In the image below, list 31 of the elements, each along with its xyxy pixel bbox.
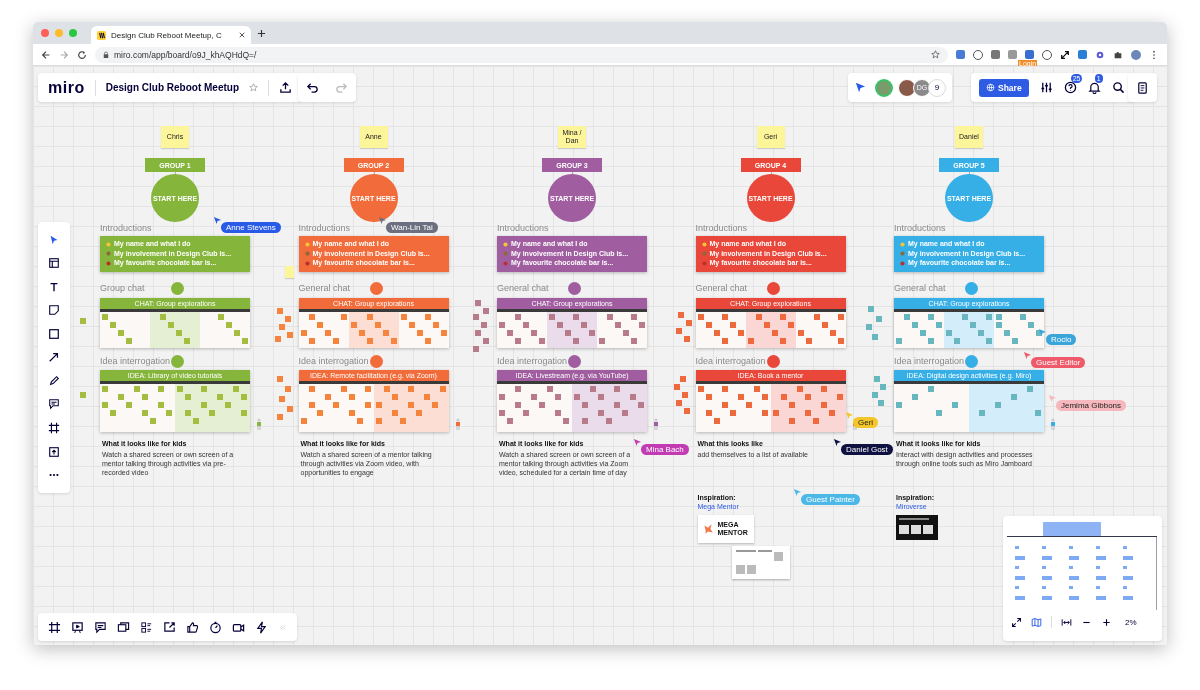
section-heading: Idea interrogation bbox=[298, 356, 369, 366]
section-heading: Introductions bbox=[695, 223, 748, 233]
collaborator-count[interactable]: 9 bbox=[928, 78, 946, 97]
section-heading: Introductions bbox=[497, 223, 549, 233]
cursor-label: Mina Bach bbox=[641, 444, 689, 455]
share-button[interactable]: Share bbox=[979, 78, 1029, 97]
section-heading: General chat bbox=[695, 283, 748, 293]
cursor-label: Anne Stevens bbox=[221, 222, 281, 233]
section-heading: Introductions bbox=[100, 223, 152, 233]
cursor-label: Guest Painter bbox=[801, 494, 860, 505]
browser-tab[interactable]: Design Club Reboot Meetup, C bbox=[91, 26, 251, 44]
section-heading: General chat bbox=[298, 283, 351, 293]
cursor-label: Wan-Lin Tai bbox=[386, 222, 438, 233]
section-heading: Group chat bbox=[100, 283, 145, 293]
cursor-label: Daniel Gost bbox=[841, 444, 893, 455]
section-heading: Introductions bbox=[298, 223, 351, 233]
address-bar[interactable]: miro.com/app/board/o9J_khAQHdQ=/ bbox=[95, 46, 948, 63]
zoom-level[interactable]: 2% bbox=[1125, 617, 1137, 627]
cursor-label: Jemima Gibbons bbox=[1056, 400, 1127, 411]
section-heading: General chat bbox=[497, 283, 549, 293]
section-heading: Introductions bbox=[894, 223, 946, 233]
section-heading: General chat bbox=[894, 283, 946, 293]
cursor-label: Guest Editor bbox=[1031, 357, 1086, 368]
logo[interactable]: miro bbox=[48, 78, 85, 97]
cursor-label: Geri bbox=[853, 417, 879, 428]
section-heading: Idea interrogation bbox=[497, 356, 568, 366]
section-heading: Idea interrogation bbox=[100, 356, 171, 366]
section-heading: Idea interrogation bbox=[894, 356, 965, 366]
section-heading: Idea interrogation bbox=[695, 356, 766, 366]
cursor-label: Rocio bbox=[1046, 334, 1077, 345]
board-title[interactable]: Design Club Reboot Meetup bbox=[105, 82, 239, 93]
